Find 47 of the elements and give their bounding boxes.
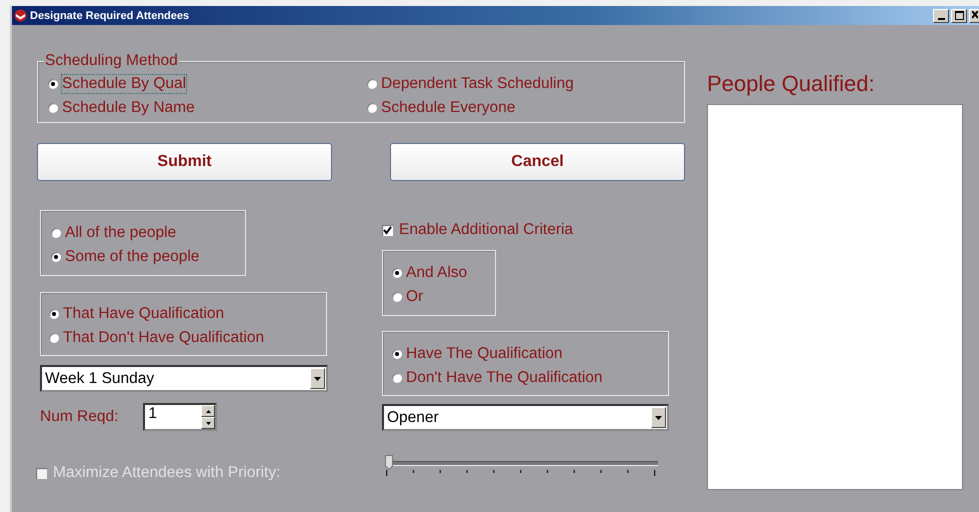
caret-icon [314, 376, 321, 380]
radio-label[interactable]: Schedule By Qual [62, 75, 186, 93]
radio-button[interactable] [49, 309, 59, 319]
checkbox-label[interactable]: Enable Additional Criteria [399, 221, 574, 239]
num-reqd-label: Num Reqd: [40, 408, 118, 426]
radio-label[interactable]: Schedule Everyone [381, 99, 516, 117]
radio-button[interactable] [392, 349, 402, 359]
radio-button[interactable] [392, 292, 402, 302]
caret-icon [655, 416, 662, 420]
shift-dropdown[interactable]: Week 1 Sunday [40, 365, 328, 392]
check-icon [383, 226, 392, 234]
minimize-button[interactable] [933, 8, 949, 22]
radio-label[interactable]: Schedule By Name [62, 99, 195, 117]
maximize-button[interactable] [951, 8, 967, 22]
submit-button[interactable]: Submit [37, 143, 332, 181]
radio-label[interactable]: Or [406, 288, 424, 306]
radio-label[interactable]: Some of the people [65, 248, 200, 266]
maximize-icon [954, 10, 964, 20]
radio-label[interactable]: All of the people [65, 224, 176, 242]
app-icon [14, 9, 27, 22]
radio-button[interactable] [48, 103, 58, 113]
radio-label[interactable]: That Don't Have Qualification [63, 329, 264, 347]
radio-button[interactable] [392, 373, 402, 383]
radio-label[interactable]: Don't Have The Qualification [406, 369, 603, 387]
radio-button[interactable] [392, 268, 402, 278]
minimize-icon [938, 18, 944, 20]
qualification-dropdown[interactable]: Opener [382, 404, 669, 431]
radio-button[interactable] [51, 228, 61, 238]
close-button[interactable] [969, 8, 979, 22]
people-qualified-heading: People Qualified: [707, 71, 876, 97]
radio-label[interactable]: Have The Qualification [406, 345, 563, 363]
group-label: Scheduling Method [44, 52, 179, 70]
radio-label[interactable]: And Also [406, 264, 468, 282]
radio-label[interactable]: That Have Qualification [63, 305, 224, 323]
close-icon [972, 10, 978, 20]
cancel-button[interactable]: Cancel [390, 143, 685, 181]
radio-button[interactable] [367, 79, 377, 89]
radio-button[interactable] [51, 252, 61, 262]
radio-button[interactable] [367, 103, 377, 113]
checkbox[interactable] [382, 224, 393, 236]
radio-label[interactable]: Dependent Task Scheduling [381, 75, 574, 93]
radio-button[interactable] [49, 333, 59, 343]
radio-button[interactable] [48, 79, 58, 89]
num-reqd-spinner[interactable]: 1 [143, 403, 218, 431]
window-title: Designate Required Attendees [30, 10, 190, 22]
slider[interactable] [385, 455, 658, 470]
slider-thumb[interactable] [385, 455, 393, 470]
